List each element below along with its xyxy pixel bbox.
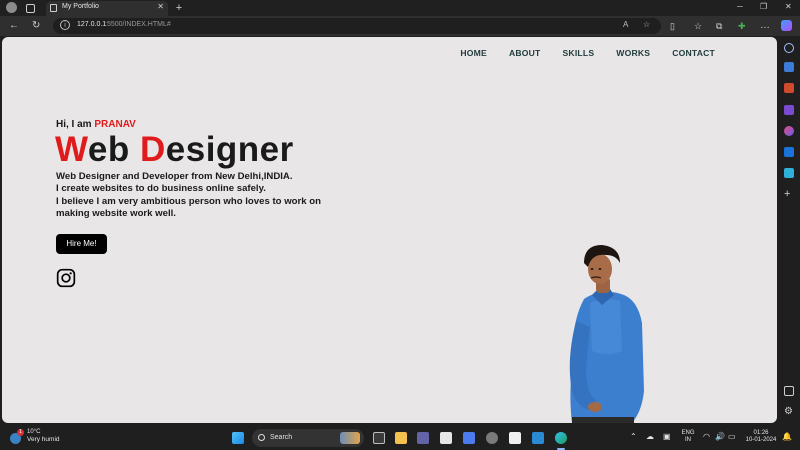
nav-about[interactable]: ABOUT (509, 48, 541, 58)
search-highlight-icon (340, 432, 360, 444)
tab-title: My Portfolio (62, 3, 99, 10)
clock-time: 01:26 (753, 430, 769, 436)
browser-toolbar: ← ↻ i 127.0.0.1 :5500/INDEX.HTML# A ☆ ▯ … (0, 16, 800, 36)
split-screen-icon[interactable]: ▯ (670, 20, 675, 32)
site-info-icon[interactable]: i (60, 20, 70, 30)
edge-sidebar: + ⚙ (778, 36, 800, 426)
headline: Web Designer (55, 130, 294, 170)
close-tab-icon[interactable]: ✕ (157, 2, 164, 11)
file-explorer-icon[interactable] (395, 432, 407, 444)
wifi-icon[interactable]: ◠ (703, 433, 710, 441)
windows-taskbar: 1 10°C Very humid Search ⌃ ☁ ▣ ENG IN ◠ … (0, 426, 800, 450)
clock-date: 10-01-2024 (745, 437, 777, 443)
workspaces-icon[interactable] (26, 4, 35, 13)
search-icon[interactable] (784, 43, 794, 53)
task-view-icon[interactable] (373, 432, 385, 444)
drop-icon[interactable] (784, 168, 794, 178)
nav-skills[interactable]: SKILLS (563, 48, 595, 58)
language-indicator[interactable]: ENG IN (680, 430, 696, 444)
shopping-tag-icon[interactable] (784, 62, 794, 72)
greeting-name: PRANAV (94, 119, 136, 130)
favorite-star-icon[interactable]: ☆ (643, 20, 650, 29)
description-line: making website work well. (56, 208, 176, 219)
vscode-icon[interactable] (532, 432, 544, 444)
start-windows-icon[interactable] (232, 432, 244, 444)
taskbar-search[interactable]: Search (252, 429, 364, 447)
show-hidden-icons[interactable]: ⌃ (630, 433, 637, 441)
region-code: IN (685, 437, 691, 443)
minimize-icon[interactable]: ─ (737, 2, 743, 11)
tools-icon[interactable] (784, 83, 794, 93)
microsoft-365-icon[interactable] (784, 126, 794, 136)
weather-condition: Very humid (27, 436, 60, 443)
headline-w: W (55, 130, 88, 169)
battery-icon[interactable]: ▭ (728, 433, 736, 441)
weather-temperature: 10°C (27, 429, 41, 435)
app-icon[interactable] (463, 432, 475, 444)
clock[interactable]: 01:26 10-01-2024 (743, 430, 779, 444)
settings-icon[interactable] (486, 432, 498, 444)
new-tab-icon[interactable]: + (173, 2, 185, 14)
favorites-icon[interactable]: ☆ (694, 20, 702, 32)
read-aloud-icon[interactable]: A (623, 20, 628, 29)
back-icon[interactable]: ← (9, 20, 19, 32)
page-viewport: HOME ABOUT SKILLS WORKS CONTACT Hi, I am… (2, 37, 777, 423)
volume-icon[interactable]: 🔊 (715, 433, 725, 441)
headline-esigner: esigner (165, 130, 294, 169)
document-icon[interactable] (509, 432, 521, 444)
edge-icon[interactable] (555, 432, 567, 444)
tab-my-portfolio[interactable]: My Portfolio ✕ (46, 1, 168, 16)
hire-me-button[interactable]: Hire Me! (56, 234, 107, 254)
collections-icon[interactable]: ⧉ (716, 20, 722, 32)
store-icon[interactable] (440, 432, 452, 444)
search-icon (258, 434, 265, 441)
nav-home[interactable]: HOME (460, 48, 487, 58)
games-icon[interactable] (784, 105, 794, 115)
site-nav: HOME ABOUT SKILLS WORKS CONTACT (438, 48, 715, 58)
maximize-icon[interactable]: ❐ (760, 2, 767, 11)
outlook-icon[interactable] (784, 147, 794, 157)
description-line: I believe I am very ambitious person who… (56, 196, 321, 207)
more-menu-icon[interactable]: … (760, 20, 770, 32)
teams-icon[interactable] (417, 432, 429, 444)
page-icon (50, 4, 57, 12)
nav-contact[interactable]: CONTACT (672, 48, 715, 58)
sidebar-layout-icon[interactable] (784, 386, 794, 396)
instagram-icon[interactable] (56, 268, 76, 288)
extensions-icon[interactable]: ✚ (738, 20, 746, 32)
profile-avatar-icon[interactable] (6, 2, 17, 13)
onedrive-icon[interactable]: ☁ (646, 433, 654, 441)
notification-bell-icon[interactable]: 🔔 (782, 433, 792, 441)
copilot-icon[interactable] (781, 20, 792, 31)
search-placeholder: Search (270, 434, 293, 441)
nav-works[interactable]: WORKS (616, 48, 650, 58)
tray-app-icon[interactable]: ▣ (663, 433, 671, 441)
refresh-icon[interactable]: ↻ (32, 20, 40, 32)
headline-d: D (139, 130, 166, 169)
headline-eb: eb (87, 130, 140, 169)
profile-photo (569, 245, 644, 423)
address-bar[interactable]: i 127.0.0.1 :5500/INDEX.HTML# A ☆ (53, 18, 661, 34)
url-path: :5500/INDEX.HTML# (105, 21, 171, 28)
description-line: Web Designer and Developer from New Delh… (56, 171, 293, 182)
weather-badge: 1 (17, 429, 24, 436)
close-window-icon[interactable]: ✕ (785, 2, 792, 11)
language-code: ENG (681, 430, 695, 436)
browser-tab-strip: My Portfolio ✕ + ─ ❐ ✕ (0, 0, 800, 16)
greeting-prefix: Hi, I am (56, 119, 95, 130)
add-icon[interactable]: + (784, 189, 794, 200)
settings-gear-icon[interactable]: ⚙ (784, 407, 794, 417)
greeting: Hi, I am PRANAV (56, 119, 136, 130)
url-host: 127.0.0.1 (77, 21, 107, 28)
description-line: I create websites to do business online … (56, 183, 266, 194)
